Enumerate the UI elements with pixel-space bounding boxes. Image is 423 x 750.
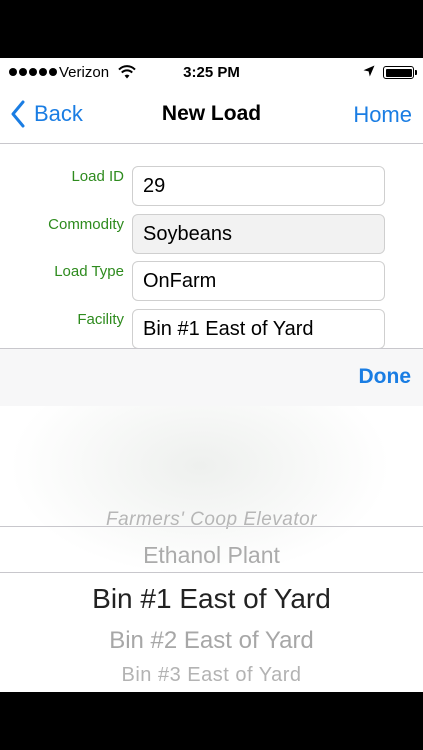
load-id-row: Load ID 29 <box>0 166 423 206</box>
location-arrow-icon <box>363 65 375 77</box>
status-time: 3:25 PM <box>183 64 240 81</box>
picker-option[interactable]: Bin #2 East of Yard <box>0 627 423 655</box>
picker-option[interactable]: Bin #3 East of Yard <box>0 664 423 687</box>
screen: Verizon 3:25 PM Back New Load Home Load … <box>0 58 423 692</box>
done-button[interactable]: Done <box>359 365 412 389</box>
home-button[interactable]: Home <box>353 102 412 128</box>
load-id-field[interactable]: 29 <box>132 166 385 206</box>
facility-row: Facility Bin #1 East of Yard <box>0 309 423 349</box>
commodity-field[interactable]: Soybeans <box>132 214 385 254</box>
status-bar: Verizon 3:25 PM <box>0 58 423 86</box>
navigation-bar: Back New Load Home <box>0 86 423 144</box>
picker-option[interactable]: Ethanol Plant <box>0 542 423 569</box>
facility-picker[interactable]: Farmers' Coop Elevator Ethanol Plant Bin… <box>0 406 423 692</box>
commodity-label: Commodity <box>48 216 124 233</box>
load-type-label: Load Type <box>54 263 124 280</box>
facility-field[interactable]: Bin #1 East of Yard <box>132 309 385 349</box>
load-type-field[interactable]: OnFarm <box>132 261 385 301</box>
picker-toolbar: Done <box>0 348 423 406</box>
picker-option[interactable]: Farmers' Coop Elevator <box>0 509 423 531</box>
battery-icon <box>383 66 417 79</box>
load-type-row: Load Type OnFarm <box>0 261 423 301</box>
load-id-label: Load ID <box>71 168 124 185</box>
facility-label: Facility <box>77 311 124 328</box>
commodity-row: Commodity Soybeans <box>0 214 423 254</box>
picker-selection-top-line <box>0 526 423 527</box>
picker-option-selected[interactable]: Bin #1 East of Yard <box>0 583 423 615</box>
picker-selection-bottom-line <box>0 572 423 573</box>
